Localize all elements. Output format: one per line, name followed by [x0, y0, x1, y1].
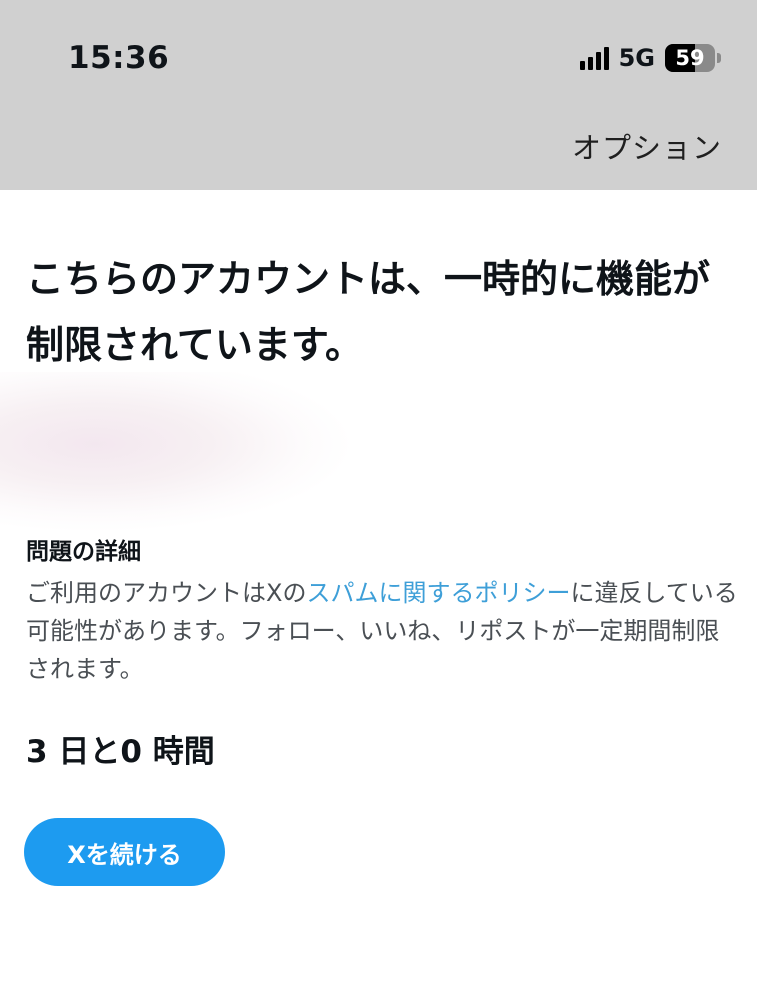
signal-icon — [579, 46, 609, 70]
status-icons: 5G 59 — [579, 44, 721, 72]
top-bar: 15:36 5G 59 オプション — [0, 0, 757, 190]
network-type: 5G — [618, 44, 655, 72]
description: ご利用のアカウントはXのスパムに関するポリシーに違反している可能性があります。フ… — [26, 574, 738, 688]
page-title: こちらのアカウントは、一時的に機能が制限されています。 — [26, 257, 711, 367]
blurred-region — [0, 372, 430, 532]
options-button[interactable]: オプション — [572, 125, 722, 167]
restriction-duration: 3 日と0 時間 — [26, 734, 215, 770]
battery-cap — [717, 53, 721, 63]
description-text-start: ご利用のアカウントはXの — [26, 579, 307, 607]
battery-icon: 59 — [665, 44, 715, 72]
spam-policy-link[interactable]: スパムに関するポリシー — [306, 579, 570, 607]
continue-button[interactable]: Xを続ける — [24, 818, 225, 886]
section-title: 問題の詳細 — [26, 539, 141, 565]
battery-level: 59 — [675, 46, 705, 70]
status-time: 15:36 — [68, 40, 170, 76]
